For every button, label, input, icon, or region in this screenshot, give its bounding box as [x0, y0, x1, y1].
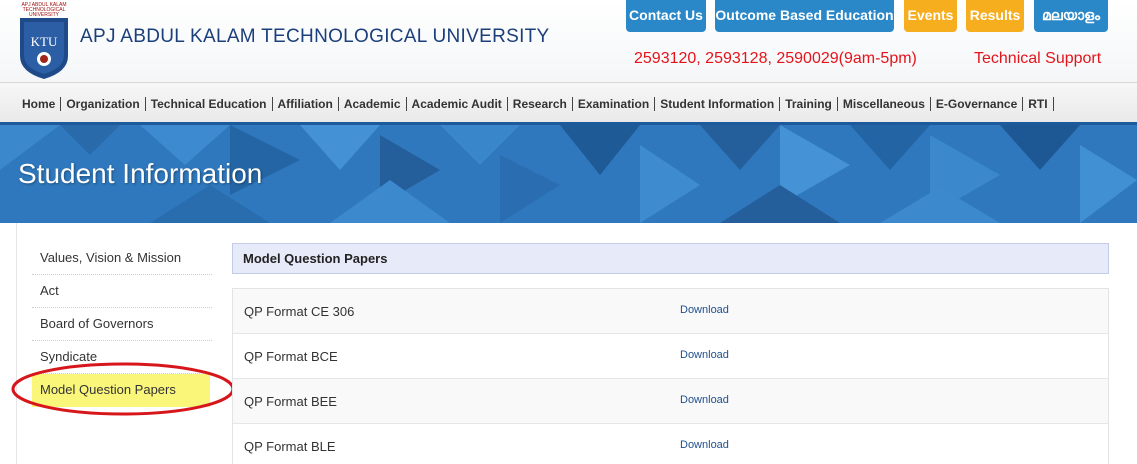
university-logo[interactable]: APJ ABDUL KALAM TECHNOLOGICAL UNIVERSITY…	[18, 0, 70, 80]
technical-support-link[interactable]: Technical Support	[974, 50, 1101, 68]
sidebar-item-board-of-governors[interactable]: Board of Governors	[32, 308, 212, 341]
content-panel: Model Question Papers QP Format CE 306 Do…	[232, 243, 1109, 464]
download-link[interactable]: Download	[680, 394, 729, 406]
nav-item-student-information[interactable]: Student Information	[655, 97, 781, 111]
nav-item-rti[interactable]: RTI	[1023, 97, 1054, 111]
site-header: APJ ABDUL KALAM TECHNOLOGICAL UNIVERSITY…	[0, 0, 1137, 82]
nav-item-e-governance[interactable]: E-Governance	[931, 97, 1024, 111]
nav-item-organization[interactable]: Organization	[61, 97, 146, 111]
results-button[interactable]: Results	[966, 0, 1024, 32]
download-link[interactable]: Download	[680, 439, 729, 451]
table-row: QP Format BCE Download	[233, 334, 1108, 379]
question-paper-name: QP Format BEE	[244, 394, 337, 409]
table-row: QP Format BLE Download	[233, 424, 1108, 464]
malayalam-button[interactable]: മലയാളം	[1034, 0, 1108, 32]
question-paper-name: QP Format BCE	[244, 349, 338, 364]
logo-text-line-4: KTU	[31, 34, 58, 49]
main-nav: Home Organization Technical Education Affil…	[0, 82, 1137, 125]
logo-text-line-3: UNIVERSITY	[29, 12, 60, 18]
table-row: QP Format CE 306 Download	[233, 289, 1108, 334]
sidebar-item-act[interactable]: Act	[32, 275, 212, 308]
nav-item-training[interactable]: Training	[780, 97, 838, 111]
nav-item-miscellaneous[interactable]: Miscellaneous	[838, 97, 931, 111]
nav-item-home[interactable]: Home	[17, 97, 62, 111]
table-row: QP Format BEE Download	[233, 379, 1108, 424]
nav-item-academic[interactable]: Academic	[339, 97, 407, 111]
page-title: Student Information	[18, 158, 263, 189]
content-title: Model Question Papers	[232, 243, 1109, 274]
question-paper-name: QP Format CE 306	[244, 304, 355, 319]
download-link[interactable]: Download	[680, 349, 729, 361]
events-button[interactable]: Events	[904, 0, 957, 32]
question-paper-table: QP Format CE 306 Download QP Format BCE Dow…	[232, 288, 1109, 464]
outcome-based-education-button[interactable]: Outcome Based Education	[715, 0, 894, 32]
nav-item-affiliation[interactable]: Affiliation	[273, 97, 339, 111]
annotation-circle-icon	[11, 362, 235, 416]
nav-list: Home Organization Technical Education Affil…	[17, 95, 1054, 113]
nav-item-research[interactable]: Research	[508, 97, 573, 111]
phone-numbers: 2593120, 2593128, 2590029(9am-5pm)	[634, 50, 917, 67]
contact-us-button[interactable]: Contact Us	[626, 0, 706, 32]
university-name[interactable]: APJ ABDUL KALAM TECHNOLOGICAL UNIVERSITY	[80, 26, 550, 48]
nav-item-academic-audit[interactable]: Academic Audit	[407, 97, 508, 111]
nav-item-examination[interactable]: Examination	[573, 97, 656, 111]
sidebar-item-values-vision-mission[interactable]: Values, Vision & Mission	[32, 242, 212, 275]
download-link[interactable]: Download	[680, 304, 729, 316]
nav-item-technical-education[interactable]: Technical Education	[146, 97, 273, 111]
question-paper-name: QP Format BLE	[244, 439, 336, 454]
